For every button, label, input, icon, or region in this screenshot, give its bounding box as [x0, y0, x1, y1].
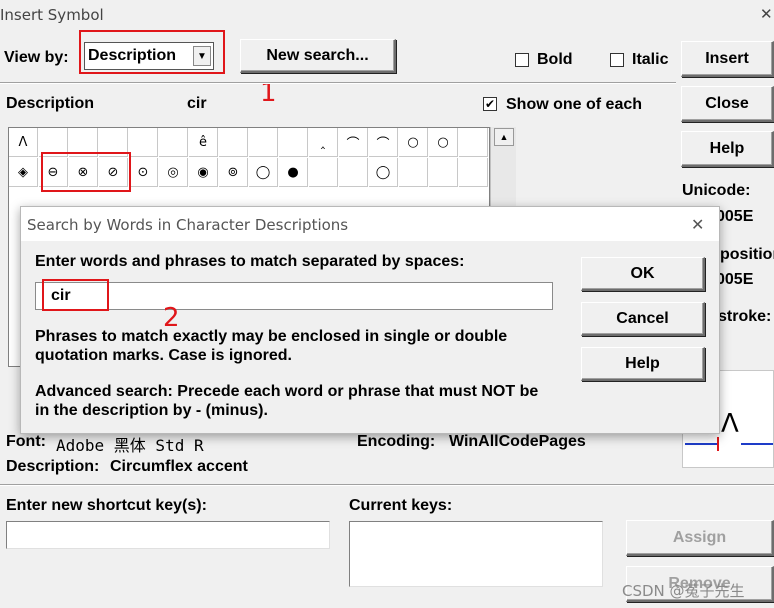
encoding-label: Encoding:	[357, 433, 436, 450]
preview-baseline-red	[717, 437, 719, 451]
dialog-prompt: Enter words and phrases to match separat…	[35, 253, 465, 270]
grid-cell[interactable]: ◈	[9, 158, 38, 187]
preview-baseline-blue-right	[741, 443, 773, 445]
dialog-note2-line1: Advanced search: Precede each word or ph…	[35, 383, 539, 400]
grid-cell[interactable]: ◉	[189, 158, 218, 187]
dialog-ok-button[interactable]: OK	[581, 257, 705, 291]
grid-cell[interactable]: ○	[399, 128, 428, 157]
encoding-value: WinAllCodePages	[449, 433, 586, 450]
insert-button[interactable]: Insert	[681, 41, 774, 77]
grid-cell[interactable]: ⌒	[339, 128, 368, 157]
grid-cell[interactable]: ê	[189, 128, 218, 157]
watermark: CSDN @菟子先生	[622, 582, 745, 600]
show-one-label: Show one of each	[506, 96, 643, 113]
position-label: position	[720, 246, 774, 263]
dialog-cancel-button[interactable]: Cancel	[581, 302, 705, 336]
dialog-note2-line2: in the description by - (minus).	[35, 402, 268, 419]
italic-checkbox[interactable]	[610, 53, 624, 67]
italic-label: Italic	[632, 51, 669, 68]
position-value: 005E	[716, 271, 754, 288]
grid-cell[interactable]	[339, 158, 368, 187]
show-one-checkbox[interactable]: ✔	[483, 97, 497, 111]
assign-button[interactable]: Assign	[626, 520, 774, 556]
description-value: cir	[187, 95, 207, 112]
grid-cell[interactable]: Λ	[9, 128, 38, 157]
grid-cell[interactable]: ⌒	[369, 128, 398, 157]
grid-cell[interactable]: ⊚	[219, 158, 248, 187]
grid-cell[interactable]	[129, 128, 158, 157]
current-keys-label: Current keys:	[349, 497, 453, 514]
grid-cell[interactable]	[399, 158, 428, 187]
bold-label: Bold	[537, 51, 573, 68]
char-description-value: Circumflex accent	[110, 458, 248, 475]
preview-baseline-blue	[685, 443, 719, 445]
window-close-icon[interactable]: ✕	[760, 5, 773, 23]
grid-cell[interactable]: ○	[429, 128, 458, 157]
grid-cell[interactable]	[459, 128, 488, 157]
help-button[interactable]: Help	[681, 131, 774, 167]
grid-cell[interactable]: ◯	[369, 158, 398, 187]
dialog-title: Search by Words in Character Description…	[27, 216, 349, 234]
window-title: Insert Symbol	[0, 6, 104, 24]
unicode-value: 005E	[716, 208, 754, 225]
separator	[0, 82, 676, 84]
annotation-box-input	[42, 279, 109, 311]
char-description-label: Description:	[6, 458, 100, 475]
font-value: Adobe 黑体 Std R	[56, 436, 204, 455]
grid-cell[interactable]: ‸	[309, 128, 338, 157]
grid-cell[interactable]	[279, 128, 308, 157]
grid-cell[interactable]	[309, 158, 338, 187]
grid-cell[interactable]: ◯	[249, 158, 278, 187]
grid-cell[interactable]: ●	[279, 158, 308, 187]
dialog-note1-line2: quotation marks. Case is ignored.	[35, 347, 292, 364]
separator-lower	[0, 484, 774, 486]
dialog-help-button[interactable]: Help	[581, 347, 705, 381]
new-shortcut-label: Enter new shortcut key(s):	[6, 497, 207, 514]
stroke-label: stroke:	[718, 308, 772, 325]
scroll-up-icon[interactable]: ▲	[494, 128, 514, 146]
current-keys-list[interactable]	[349, 521, 603, 587]
bold-checkbox[interactable]	[515, 53, 529, 67]
font-label: Font:	[6, 433, 46, 450]
new-search-button[interactable]: New search...	[240, 39, 396, 73]
grid-cell[interactable]: ◎	[159, 158, 188, 187]
grid-cell[interactable]	[459, 158, 488, 187]
preview-glyph: Λ	[721, 409, 739, 439]
unicode-label: Unicode:	[682, 182, 751, 199]
dialog-note1-line1: Phrases to match exactly may be enclosed…	[35, 328, 508, 345]
search-input[interactable]: cir	[35, 282, 553, 310]
close-button[interactable]: Close	[681, 86, 774, 122]
description-label: Description	[6, 95, 95, 112]
annotation-box-circles	[41, 152, 131, 192]
grid-cell[interactable]: ⊙	[129, 158, 158, 187]
grid-cell[interactable]	[219, 128, 248, 157]
grid-cell[interactable]	[429, 158, 458, 187]
search-dialog: Search by Words in Character Description…	[20, 206, 720, 434]
dialog-close-icon[interactable]: ✕	[691, 215, 704, 235]
new-shortcut-input[interactable]	[6, 521, 330, 549]
grid-cell[interactable]	[249, 128, 278, 157]
view-by-label: View by:	[4, 49, 69, 66]
annotation-box-view-by	[79, 30, 225, 74]
grid-cell[interactable]	[159, 128, 188, 157]
